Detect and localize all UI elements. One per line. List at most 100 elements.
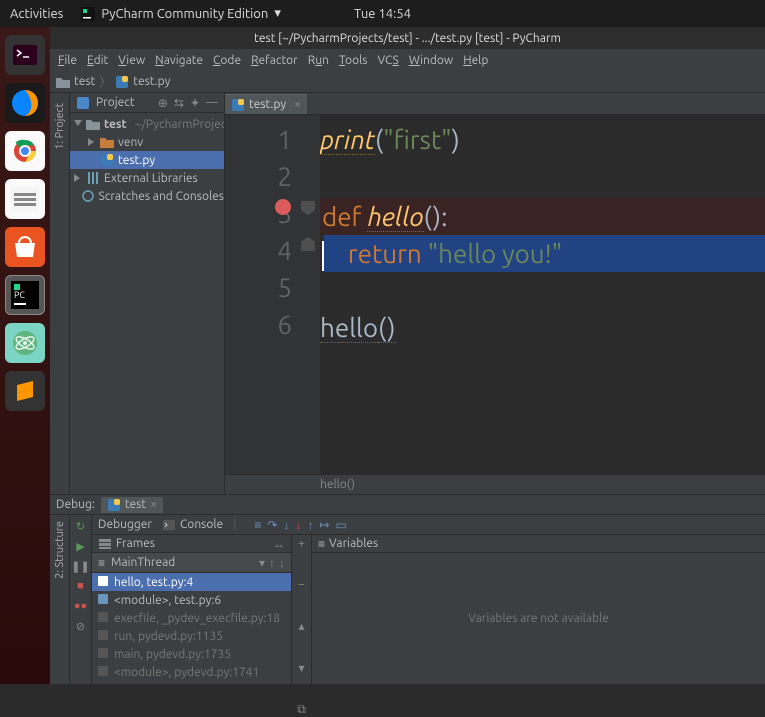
tab-debugger[interactable]: Debugger [98, 518, 152, 531]
clock[interactable]: Tue 14:54 [354, 7, 411, 21]
menu-code[interactable]: Code [213, 54, 241, 67]
menu-refactor[interactable]: Refactor [251, 54, 298, 67]
menu-vcs[interactable]: VCS [377, 54, 398, 67]
rerun-icon[interactable]: ↻ [74, 519, 88, 533]
menu-file[interactable]: File [58, 54, 77, 67]
tree-root[interactable]: test ~/PycharmProjects [70, 115, 224, 133]
expand-icon[interactable] [74, 174, 82, 182]
menu-view[interactable]: View [118, 54, 145, 67]
vars-toolbar: + − ▴ ▾ ⧉ [292, 535, 312, 684]
app-menu[interactable]: PyCharm Community Edition ▾ [81, 6, 281, 21]
view-breakpoints-icon[interactable]: ●● [74, 599, 88, 613]
gear-icon[interactable]: ✦ [190, 96, 200, 110]
code-token: print [320, 125, 375, 155]
project-tool-button[interactable]: 1: Project [54, 103, 66, 150]
code-editor[interactable]: print("first") def hello(): return "hell… [320, 115, 765, 474]
python-file-icon [231, 98, 245, 112]
run-to-cursor-icon[interactable]: ↦ [319, 518, 329, 532]
expand-icon[interactable] [74, 120, 82, 128]
project-panel: Project ⊕ ⇆ ✦ — test ~/PycharmProjects [70, 93, 225, 494]
chevron-right-icon: 〉 [99, 73, 111, 90]
launcher-pycharm[interactable]: PC [5, 275, 45, 315]
down-icon[interactable]: ▾ [298, 661, 304, 675]
code-line-current: return "hello you!" [320, 235, 765, 272]
close-icon[interactable]: × [150, 498, 157, 511]
frame-icon [98, 630, 110, 642]
stack-frame[interactable]: hello, test.py:4 [92, 573, 291, 591]
gutter-marker-icon[interactable] [301, 201, 315, 215]
launcher-firefox[interactable] [5, 83, 45, 123]
launcher-terminal[interactable] [5, 35, 45, 75]
debug-config-chip[interactable]: test × [101, 497, 163, 513]
stack-frame[interactable]: <module>, pydevd.py:1741 [92, 663, 291, 681]
stack-frame[interactable]: execfile, _pydev_execfile.py:18 [92, 609, 291, 627]
mute-breakpoints-icon[interactable]: ⊘ [74, 619, 88, 633]
breakpoint-icon[interactable] [275, 199, 291, 215]
breadcrumb-project[interactable]: test [74, 75, 95, 88]
code-token: ( [375, 125, 383, 154]
activities-button[interactable]: Activities [10, 7, 63, 21]
menu-navigate[interactable]: Navigate [155, 54, 203, 67]
line-gutter[interactable]: 1 2 3 4 5 6 [225, 115, 320, 474]
force-step-into-icon[interactable]: ↓ [295, 518, 301, 532]
stack-frame[interactable]: run, pydevd.py:1135 [92, 627, 291, 645]
menu-tools[interactable]: Tools [339, 54, 368, 67]
step-out-icon[interactable]: ↑ [307, 518, 313, 532]
add-watch-icon[interactable]: + [298, 537, 305, 550]
debug-split: Frames ↔ ≡ MainThread ▾ ↑ ↓ [92, 535, 765, 684]
collapse-icon[interactable]: ⇆ [174, 96, 184, 110]
editor-tab-testpy[interactable]: test.py × [225, 94, 307, 114]
step-into-icon[interactable]: ↓ [283, 518, 289, 532]
tree-ext-libs[interactable]: External Libraries [70, 169, 224, 187]
python-file-icon [115, 75, 129, 89]
show-exec-point-icon[interactable]: ≡ [254, 518, 261, 532]
expand-icon[interactable] [88, 138, 96, 146]
python-file-icon [100, 153, 114, 167]
console-icon [162, 518, 176, 532]
prev-frame-icon[interactable]: ↑ [269, 556, 275, 570]
frame-icon [98, 576, 110, 588]
next-frame-icon[interactable]: ↓ [279, 556, 285, 570]
debug-config-label: test [125, 498, 146, 511]
stop-icon[interactable]: ■ [74, 579, 88, 593]
tab-console[interactable]: Console [162, 518, 223, 532]
tree-scratches[interactable]: Scratches and Consoles [70, 187, 224, 205]
gutter-marker-icon[interactable] [301, 237, 315, 251]
variables-empty: Variables are not available [312, 553, 765, 684]
pause-icon[interactable]: ❚❚ [74, 559, 88, 573]
launcher-sublime[interactable] [5, 371, 45, 411]
line-number: 2 [225, 158, 292, 195]
launcher-atom[interactable] [5, 323, 45, 363]
menu-window[interactable]: Window [409, 54, 453, 67]
tree-scratches-label: Scratches and Consoles [99, 190, 225, 203]
launcher-files[interactable] [5, 179, 45, 219]
debug-title: Debug: [56, 498, 95, 511]
target-icon[interactable]: ⊕ [158, 96, 168, 110]
evaluate-icon[interactable]: ▭ [336, 518, 347, 532]
stack-frame[interactable]: main, pydevd.py:1735 [92, 645, 291, 663]
tree-venv[interactable]: venv [70, 133, 224, 151]
tree-file-testpy[interactable]: test.py [70, 151, 224, 169]
code-line-breakpoint: def hello(): [320, 198, 765, 235]
editor-breadcrumb[interactable]: hello() [225, 474, 765, 494]
menu-edit[interactable]: Edit [87, 54, 108, 67]
remove-watch-icon[interactable]: − [298, 578, 305, 591]
close-tab-icon[interactable]: × [294, 98, 301, 111]
variables-label: Variables [329, 537, 378, 550]
resume-icon[interactable]: ▶ [74, 539, 88, 553]
up-icon[interactable]: ▴ [298, 619, 304, 633]
stack-frame[interactable]: <module>, test.py:6 [92, 591, 291, 609]
stack-frames: hello, test.py:4 <module>, test.py:6 exe… [92, 573, 291, 684]
launcher-chrome[interactable] [5, 131, 45, 171]
breadcrumb-file[interactable]: test.py [133, 75, 170, 88]
copy-icon[interactable]: ⧉ [297, 703, 306, 717]
launcher-software[interactable] [5, 227, 45, 267]
restore-layout-icon[interactable]: ↔ [273, 537, 285, 551]
hide-icon[interactable]: — [206, 96, 218, 110]
menu-run[interactable]: Run [308, 54, 329, 67]
thread-selector[interactable]: ≡ MainThread ▾ ↑ ↓ [92, 553, 291, 573]
chevron-down-icon[interactable]: ▾ [259, 556, 265, 570]
step-over-icon[interactable]: ↷ [267, 518, 277, 532]
menu-help[interactable]: Help [463, 54, 488, 67]
structure-tool-button[interactable]: 2: Structure [54, 521, 66, 579]
